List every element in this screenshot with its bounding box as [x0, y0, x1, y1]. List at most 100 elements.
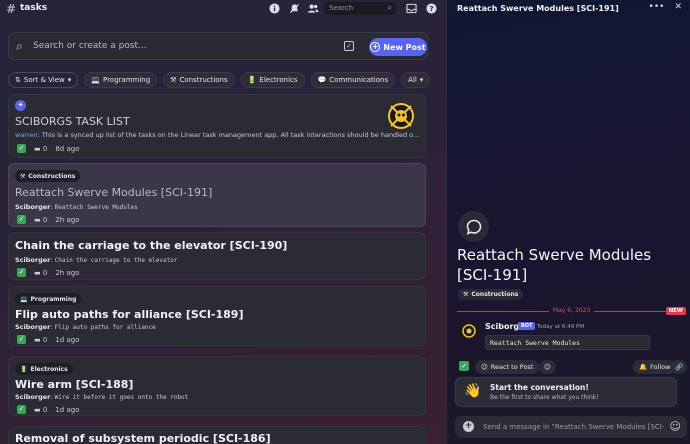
- post-title: SCIBORGS TASK LIST: [15, 115, 130, 128]
- inbox-icon[interactable]: [405, 2, 417, 14]
- post-meta: ✓ ▬ 0 2h ago: [17, 268, 80, 277]
- follow-button[interactable]: 🔔 Follow: [633, 360, 677, 374]
- message-input[interactable]: Send a message in "Reattach Swerve Modul…: [483, 423, 665, 431]
- more-options-icon[interactable]: •••: [649, 2, 665, 12]
- post-preview: Sciborger: Reattach Swerve Modules: [15, 203, 138, 211]
- chevron-down-icon: ▾: [67, 76, 72, 84]
- all-tags-dropdown[interactable]: All ▾: [401, 72, 431, 88]
- post-card[interactable]: 💻 Programming Flip auto paths for allian…: [8, 286, 426, 346]
- post-title: Chain the carriage to the elevator [SCI-…: [15, 239, 288, 252]
- thread-tag: ⚒ Constructions: [458, 289, 524, 300]
- waving-hand-icon: 👋: [464, 383, 482, 399]
- battery-icon: 🔋: [247, 76, 257, 84]
- reply-count-icon: ▬: [34, 335, 41, 344]
- post-card[interactable]: Chain the carriage to the elevator [SCI-…: [8, 232, 426, 280]
- post-card[interactable]: Removal of subsystem periodic [SCI-186]: [8, 426, 426, 444]
- check-icon: ✓: [17, 335, 26, 344]
- post-title: Removal of subsystem periodic [SCI-186]: [15, 432, 271, 444]
- post-meta: ✓ ▬ 0 2h ago: [17, 215, 80, 224]
- close-icon[interactable]: ✕: [674, 2, 682, 12]
- tasks-checkbox-icon[interactable]: ✓: [344, 41, 354, 51]
- avatar[interactable]: [459, 321, 479, 341]
- plus-icon: +: [370, 42, 381, 52]
- emoji-icon: ☺: [481, 363, 488, 371]
- channel-name: tasks: [20, 3, 48, 13]
- check-icon: ✓: [17, 268, 26, 277]
- tag-filter-constructions[interactable]: ⚒ Constructions: [163, 72, 235, 88]
- new-badge: NEW: [665, 307, 686, 315]
- message-composer[interactable]: + Send a message in "Reattach Swerve Mod…: [455, 416, 687, 438]
- post-card[interactable]: 🔋 Electronics Wire arm [SCI-188] Sciborg…: [8, 356, 426, 416]
- add-reaction-icon: ☺: [544, 363, 551, 371]
- message-timestamp: Today at 6:49 PM: [537, 324, 585, 330]
- post-tag: ⚒ Constructions: [15, 170, 81, 182]
- date-divider-label: May 6, 2023: [549, 307, 595, 314]
- channel-search-input[interactable]: Search ⌕: [324, 2, 396, 15]
- members-icon[interactable]: [307, 2, 319, 14]
- reply-count-icon: ▬: [34, 144, 41, 153]
- react-to-post-button[interactable]: ☺ React to Post: [475, 360, 540, 374]
- post-title: Flip auto paths for alliance [SCI-189]: [15, 308, 244, 321]
- post-title: Reattach Swerve Modules [SCI-191]: [15, 186, 213, 199]
- tag-filter-electronics[interactable]: 🔋 Electronics: [240, 72, 305, 88]
- post-search-input[interactable]: ⌕ Search or create a post... ✓ + New Pos…: [8, 32, 428, 60]
- new-post-button[interactable]: + New Post: [369, 38, 427, 56]
- thread-header-title: Reattach Swerve Modules [SCI-191]: [457, 4, 619, 13]
- post-tag: 🔋 Electronics: [15, 363, 73, 375]
- thread-icon: [458, 211, 489, 242]
- post-actions: ✓ ☺ React to Post ☺ 🔔 Follow 🔗: [459, 360, 688, 374]
- sort-view-button[interactable]: ⇅ Sort & View ▾: [8, 72, 79, 88]
- channel-header: # tasks Search ⌕ ?: [0, 0, 446, 17]
- post-meta: ✓ ▬ 0 1d ago: [17, 405, 80, 414]
- computer-icon: 💻: [20, 295, 28, 303]
- check-icon: ✓: [17, 144, 26, 153]
- forum-icon: #: [6, 2, 17, 16]
- pinned-icon: ✦: [15, 100, 26, 111]
- forum-pane: # tasks Search ⌕ ? ⌕ Search or create a …: [0, 0, 446, 444]
- add-reaction-button[interactable]: ☺: [539, 360, 556, 374]
- tag-filter-communications[interactable]: 💬 Communications: [310, 72, 396, 88]
- reply-count-icon: ▬: [34, 405, 41, 414]
- hammer-pick-icon: ⚒: [463, 291, 469, 298]
- svg-text:?: ?: [429, 3, 433, 12]
- check-icon: ✓: [17, 405, 26, 414]
- check-icon: ✓: [17, 215, 26, 224]
- post-preview: Sciborger: Flip auto paths for alliance: [15, 323, 156, 331]
- sciborgs-logo-thumbnail: [388, 103, 414, 129]
- post-preview: Sciborger: Chain the carriage to the ele…: [15, 256, 178, 264]
- battery-icon: 🔋: [20, 365, 28, 373]
- reply-count-icon: ▬: [34, 215, 41, 224]
- link-icon: 🔗: [675, 363, 684, 371]
- message-content: Reattach Swerve Modules: [485, 335, 650, 350]
- post-meta: ✓ ▬ 0 1d ago: [17, 335, 80, 344]
- post-title: Wire arm [SCI-188]: [15, 378, 134, 391]
- copy-link-button[interactable]: 🔗: [671, 360, 688, 374]
- search-icon: ⌕: [387, 3, 392, 12]
- bot-badge: BOT: [518, 322, 536, 330]
- start-conversation-prompt: 👋 Start the conversation! Be the first t…: [455, 377, 677, 407]
- tag-filter-programming[interactable]: 💻 Programming: [84, 72, 158, 88]
- hammer-pick-icon: ⚒: [170, 76, 177, 84]
- post-tag: 💻 Programming: [15, 293, 82, 305]
- info-icon[interactable]: [268, 2, 280, 14]
- mute-notifications-icon[interactable]: [288, 2, 300, 14]
- post-meta: ✓ ▬ 0 8d ago: [17, 144, 80, 153]
- hammer-pick-icon: ⚒: [20, 172, 26, 180]
- filter-bar: ⇅ Sort & View ▾ 💻 Programming ⚒ Construc…: [8, 72, 431, 88]
- reply-count-icon: ▬: [34, 268, 41, 277]
- speech-bubble-icon: 💬: [317, 76, 327, 84]
- thread-header-actions: ••• ✕: [649, 2, 682, 12]
- check-reaction-icon[interactable]: ✓: [459, 361, 469, 371]
- post-card-pinned[interactable]: ✦ SCIBORGS TASK LIST warren: This is a s…: [8, 94, 426, 158]
- sort-icon: ⇅: [15, 76, 21, 84]
- thread-title: Reattach Swerve Modules [SCI-191]: [457, 246, 652, 284]
- search-icon: ⌕: [16, 39, 23, 53]
- post-preview: warren: This is a synced up list of the …: [15, 131, 420, 139]
- post-preview: Sciborger: Wire it before it goes onto t…: [15, 393, 189, 401]
- emoji-picker-icon[interactable]: ☺: [670, 420, 681, 433]
- help-icon[interactable]: ?: [425, 2, 437, 14]
- add-attachment-icon[interactable]: +: [463, 421, 474, 432]
- computer-icon: 💻: [91, 76, 100, 84]
- post-card-selected[interactable]: ⚒ Constructions Reattach Swerve Modules …: [8, 163, 426, 227]
- bell-icon: 🔔: [639, 363, 648, 371]
